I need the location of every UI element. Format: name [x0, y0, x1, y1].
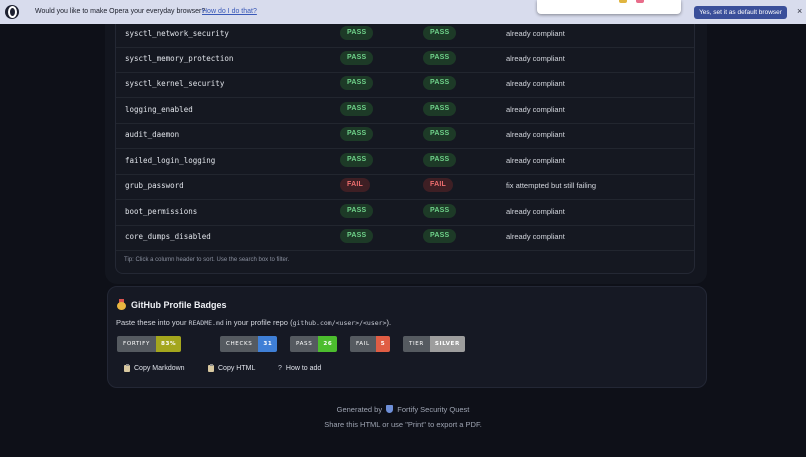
after-status-badge: PASS [423, 51, 457, 65]
shield-icon [386, 405, 394, 413]
question-icon: ? [278, 365, 282, 372]
check-name: failed_login_logging [125, 156, 216, 165]
badge-label: FORTIFY SCORE [117, 336, 157, 352]
set-default-browser-button[interactable]: Yes, set it as default browser [694, 6, 787, 19]
footer-generated-by: Generated by Fortify Security Quest [0, 405, 806, 414]
table-row: core_dumps_disabled PASS PASS already co… [116, 225, 694, 251]
generated-by-text: Generated by [336, 405, 383, 414]
medal-icon [117, 299, 126, 310]
extension-popup [537, 0, 681, 14]
github-badges-panel: GitHub Profile Badges Paste these into y… [107, 286, 707, 388]
opera-logo-icon [5, 5, 19, 19]
after-status-badge: PASS [423, 127, 457, 141]
opera-bar-message: Would you like to make Opera your everyd… [35, 8, 206, 15]
opera-default-browser-bar: Would you like to make Opera your everyd… [0, 0, 806, 24]
badge-fail: FAIL 5 [350, 336, 391, 352]
table-row: sysctl_memory_protection PASS PASS alrea… [116, 47, 694, 73]
check-name: sysctl_memory_protection [125, 54, 234, 63]
before-status-badge: PASS [340, 76, 374, 90]
checks-table: sysctl_network_security PASS PASS alread… [115, 24, 695, 274]
after-status-badge: PASS [423, 153, 457, 167]
before-status-badge: PASS [340, 229, 374, 243]
table-row: grub_password FAIL FAIL fix attempted bu… [116, 174, 694, 200]
check-note: already compliant [506, 130, 565, 139]
check-note: already compliant [506, 54, 565, 63]
popup-icon-yellow [619, 0, 627, 3]
table-row: sysctl_kernel_security PASS PASS already… [116, 72, 694, 98]
check-note: fix attempted but still failing [506, 181, 597, 190]
table-row: failed_login_logging PASS PASS already c… [116, 149, 694, 175]
before-status-badge: PASS [340, 204, 374, 218]
check-note: already compliant [506, 29, 565, 38]
badge-value: 5 [375, 336, 391, 352]
check-note: already compliant [506, 156, 565, 165]
check-note: already compliant [506, 105, 565, 114]
table-row: sysctl_network_security PASS PASS alread… [116, 22, 694, 48]
after-status-badge: PASS [423, 76, 457, 90]
desc-text: Paste these into your [116, 318, 189, 327]
badges-description: Paste these into your README.md in your … [116, 318, 391, 327]
table-tip: Tip: Click a column header to sort. Use … [124, 257, 290, 263]
check-name: logging_enabled [125, 105, 193, 114]
after-status-badge: PASS [423, 229, 457, 243]
badge-value: 83% [156, 336, 182, 352]
badge-checks: CHECKS 31 [220, 336, 278, 352]
badge-tier: TIER SILVER [403, 336, 465, 352]
badge-pass: PASS 26 [290, 336, 338, 352]
table-row: logging_enabled PASS PASS already compli… [116, 98, 694, 124]
after-status-badge: PASS [423, 102, 457, 116]
opera-how-to-link[interactable]: How do I do that? [202, 8, 257, 15]
after-status-badge: PASS [423, 26, 457, 40]
badge-label: PASS [290, 336, 319, 352]
badge-value: 31 [258, 336, 278, 352]
check-note: already compliant [506, 79, 565, 88]
badges-header: GitHub Profile Badges [117, 299, 227, 310]
popup-icon-pink [636, 0, 644, 3]
table-row: audit_daemon PASS PASS already compliant [116, 123, 694, 149]
check-name: sysctl_network_security [125, 29, 229, 38]
check-name: boot_permissions [125, 207, 198, 216]
badges-title: GitHub Profile Badges [131, 299, 227, 310]
badge-label: FAIL [350, 336, 376, 352]
close-icon[interactable]: × [797, 6, 802, 16]
check-note: already compliant [506, 232, 565, 241]
badge-fortify-score: FORTIFY SCORE 83% [117, 336, 182, 352]
copy-markdown-label: Copy Markdown [134, 365, 185, 372]
clipboard-icon [124, 364, 130, 372]
check-name: core_dumps_disabled [125, 232, 211, 241]
before-status-badge: PASS [340, 153, 374, 167]
desc-text: ). [386, 318, 392, 327]
copy-html-button[interactable]: Copy HTML [208, 361, 255, 376]
how-to-add-button[interactable]: ? How to add [278, 361, 321, 376]
before-status-badge: PASS [340, 127, 374, 141]
badge-value: 26 [318, 336, 338, 352]
desc-text: in your profile repo ( [223, 318, 293, 327]
check-note: already compliant [506, 207, 565, 216]
copy-markdown-button[interactable]: Copy Markdown [124, 361, 185, 376]
how-to-add-label: How to add [285, 365, 322, 372]
readme-code: README.md [188, 319, 224, 327]
before-status-badge: PASS [340, 102, 374, 116]
check-name: sysctl_kernel_security [125, 79, 225, 88]
before-status-badge: PASS [340, 51, 374, 65]
after-status-badge: FAIL [423, 178, 453, 192]
footer-share-note: Share this HTML or use "Print" to export… [324, 420, 482, 429]
clipboard-icon [208, 364, 214, 372]
check-name: audit_daemon [125, 130, 180, 139]
before-status-badge: FAIL [340, 178, 370, 192]
copy-html-label: Copy HTML [218, 365, 256, 372]
before-status-badge: PASS [340, 26, 374, 40]
badge-label: TIER [403, 336, 430, 352]
badge-label: CHECKS [220, 336, 259, 352]
badge-value: SILVER [429, 336, 465, 352]
brand-name: Fortify Security Quest [397, 405, 470, 414]
repo-path-code: github.com/<user>/<user> [292, 319, 387, 327]
check-name: grub_password [125, 181, 184, 190]
after-status-badge: PASS [423, 204, 457, 218]
table-row: boot_permissions PASS PASS already compl… [116, 200, 694, 226]
